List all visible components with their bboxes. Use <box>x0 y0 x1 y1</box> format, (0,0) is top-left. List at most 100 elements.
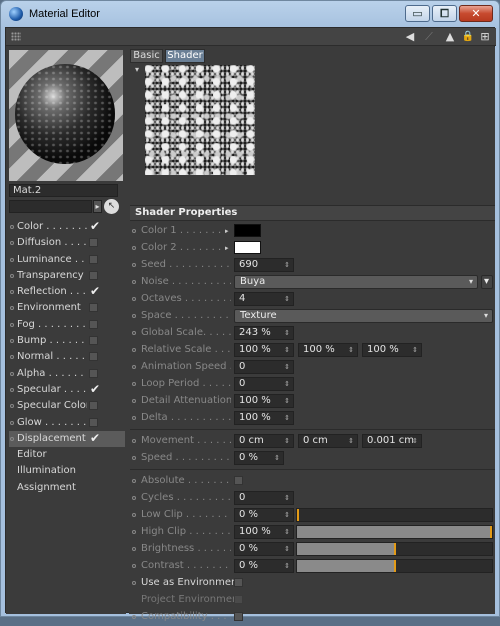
expand-arrow-icon[interactable]: ▸ <box>225 227 229 235</box>
animate-dot[interactable] <box>132 263 136 267</box>
channel-checkbox[interactable] <box>89 401 98 411</box>
channel-checkbox[interactable] <box>89 417 98 427</box>
animate-dot[interactable] <box>132 229 136 233</box>
animate-dot[interactable] <box>132 530 136 534</box>
channel-item-normal[interactable]: Normal . . . . . . . <box>9 349 125 365</box>
channel-item-reflection[interactable]: Reflection . . . . ✔ <box>9 284 125 300</box>
animate-dot[interactable] <box>132 513 136 517</box>
octaves-input[interactable]: 4 ⇕ <box>234 292 294 306</box>
absolute-checkbox[interactable] <box>234 476 243 485</box>
animate-dot[interactable] <box>132 280 136 284</box>
movement-x-input[interactable]: 0 cm ⇕ <box>234 434 294 448</box>
channel-item-assignment[interactable]: Assignment <box>9 480 125 496</box>
channel-item-bump[interactable]: Bump . . . . . . . . <box>9 333 125 349</box>
detail-attenuation-input[interactable]: 100 % ⇕ <box>234 394 294 408</box>
channel-item-environment[interactable]: Environment <box>9 300 125 316</box>
spinner-icon[interactable]: ⇕ <box>284 435 290 447</box>
channel-checkbox[interactable]: ✔ <box>89 285 100 297</box>
collapse-arrow-icon[interactable]: ▾ <box>135 65 139 74</box>
spinner-icon[interactable]: ⇕ <box>284 344 290 356</box>
maximize-button[interactable]: ⧠ <box>432 5 457 22</box>
channel-item-color[interactable]: Color . . . . . . . . ✔ <box>9 219 125 235</box>
seed-input[interactable]: 690 ⇕ <box>234 258 294 272</box>
channel-item-displacement[interactable]: Displacement ✔ <box>9 430 125 448</box>
animate-dot[interactable] <box>132 456 136 460</box>
high-clip-input[interactable]: 100 % ⇕ <box>234 525 294 539</box>
spinner-icon[interactable]: ⇕ <box>348 435 354 447</box>
material-preview[interactable] <box>9 50 123 181</box>
channel-item-specular-color[interactable]: Specular Color <box>9 398 125 414</box>
channel-checkbox[interactable] <box>89 352 98 362</box>
slider-thumb[interactable] <box>297 509 299 521</box>
channel-checkbox[interactable] <box>89 319 98 329</box>
pick-cursor-icon[interactable]: ↖ <box>104 199 119 214</box>
channel-checkbox[interactable]: ✔ <box>89 432 100 444</box>
animate-dot[interactable] <box>132 399 136 403</box>
noise-dropdown[interactable]: Buya ▾ <box>234 275 478 289</box>
minimize-button[interactable]: ▭ <box>405 5 430 22</box>
spinner-icon[interactable]: ⇕ <box>348 344 354 356</box>
channel-item-alpha[interactable]: Alpha . . . . . . . . <box>9 366 125 382</box>
contrast-input[interactable]: 0 % ⇕ <box>234 559 294 573</box>
speed-input[interactable]: 0 % ⇕ <box>234 451 284 465</box>
channel-checkbox[interactable] <box>89 368 98 378</box>
animate-dot[interactable] <box>132 297 136 301</box>
spinner-icon[interactable]: ⇕ <box>284 492 290 504</box>
spinner-icon[interactable]: ⇕ <box>284 293 290 305</box>
low-clip-input[interactable]: 0 % ⇕ <box>234 508 294 522</box>
movement-y-input[interactable]: 0 cm ⇕ <box>298 434 358 448</box>
spinner-icon[interactable]: ⇕ <box>284 412 290 424</box>
new-window-icon[interactable]: ⊞ <box>478 30 492 44</box>
expand-arrow-icon[interactable]: ▸ <box>225 244 229 252</box>
slider-thumb[interactable] <box>490 526 492 538</box>
space-dropdown[interactable]: Texture ▾ <box>234 309 493 323</box>
animate-dot[interactable] <box>132 581 136 585</box>
channel-checkbox[interactable] <box>89 303 98 313</box>
animate-dot[interactable] <box>132 547 136 551</box>
channel-checkbox[interactable] <box>89 270 98 280</box>
channel-item-transparency[interactable]: Transparency <box>9 268 125 284</box>
use-as-environment-checkbox[interactable] <box>234 578 243 587</box>
contrast-slider[interactable] <box>296 559 493 573</box>
spinner-icon[interactable]: ⇕ <box>412 435 418 447</box>
channel-item-luminance[interactable]: Luminance . . . . <box>9 252 125 268</box>
material-name-field[interactable]: Mat.2 <box>9 184 118 197</box>
animate-dot[interactable] <box>132 365 136 369</box>
color2-swatch[interactable] <box>234 241 261 254</box>
animate-dot[interactable] <box>132 564 136 568</box>
global-scale-input[interactable]: 243 % ⇕ <box>234 326 294 340</box>
tab-shader[interactable]: Shader <box>165 49 205 63</box>
animate-dot[interactable] <box>132 348 136 352</box>
noise-preview-button[interactable]: ▾ <box>481 275 493 289</box>
spinner-icon[interactable]: ⇕ <box>274 452 280 464</box>
animate-dot[interactable] <box>132 416 136 420</box>
channel-item-editor[interactable]: Editor <box>9 447 125 463</box>
channel-checkbox[interactable] <box>89 336 98 346</box>
spinner-icon[interactable]: ⇕ <box>284 509 290 521</box>
spinner-icon[interactable]: ⇕ <box>284 378 290 390</box>
relative-scale-y-input[interactable]: 100 % ⇕ <box>298 343 358 357</box>
lock-icon[interactable]: 🔒 <box>461 30 475 44</box>
color1-swatch[interactable] <box>234 224 261 237</box>
channel-item-fog[interactable]: Fog . . . . . . . . . <box>9 317 125 333</box>
animate-dot[interactable] <box>132 496 136 500</box>
slider-thumb[interactable] <box>394 543 396 555</box>
arrow-left-icon[interactable]: ◀ <box>403 30 417 44</box>
brightness-slider[interactable] <box>296 542 493 556</box>
cycles-input[interactable]: 0 ⇕ <box>234 491 294 505</box>
relative-scale-x-input[interactable]: 100 % ⇕ <box>234 343 294 357</box>
loop-period-input[interactable]: 0 ⇕ <box>234 377 294 391</box>
grip-icon[interactable] <box>11 32 21 41</box>
slider-thumb[interactable] <box>394 560 396 572</box>
spinner-icon[interactable]: ⇕ <box>284 327 290 339</box>
arrow-up-icon[interactable]: ▲ <box>443 30 457 44</box>
channel-checkbox[interactable] <box>89 238 98 248</box>
animate-dot[interactable] <box>132 314 136 318</box>
channel-item-illumination[interactable]: Illumination <box>9 463 125 479</box>
material-arrow-button[interactable]: ▸ <box>93 200 102 213</box>
spinner-icon[interactable]: ⇕ <box>284 361 290 373</box>
spinner-icon[interactable]: ⇕ <box>284 259 290 271</box>
title-bar[interactable]: Material Editor ▭ ⧠ ✕ <box>1 1 499 27</box>
channel-item-specular[interactable]: Specular . . . . . ✔ <box>9 382 125 398</box>
relative-scale-z-input[interactable]: 100 % ⇕ <box>362 343 422 357</box>
